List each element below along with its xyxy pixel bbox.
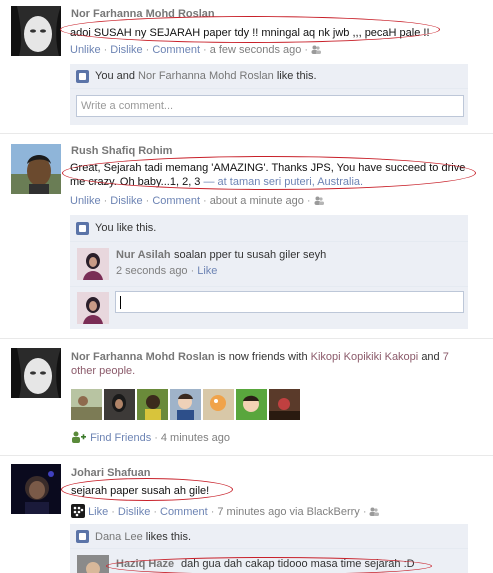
- post-actions: Unlike · Dislike · Comment · about a minute ag…: [70, 195, 324, 207]
- location-link[interactable]: — at taman seri puteri, Australia.: [204, 176, 364, 188]
- post-text-line: me crazy. Oh baby...1, 2, 3: [70, 176, 201, 188]
- friend-photo[interactable]: [203, 389, 234, 420]
- friend-photo[interactable]: [236, 389, 267, 420]
- likes-row: You and Nor Farhanna Mohd Roslan like th…: [70, 64, 468, 89]
- like-thumb-icon: [76, 70, 89, 83]
- friend-photo[interactable]: [269, 389, 300, 420]
- friendship-story: Nor Farhanna Mohd Roslan is now friends …: [71, 350, 471, 378]
- commenter-name[interactable]: Haziq Haze: [116, 558, 174, 570]
- comment-row: Nur Asilah soalan pper tu susah giler se…: [70, 242, 468, 287]
- likes-suffix: like this.: [276, 70, 317, 82]
- like-link[interactable]: Like: [88, 506, 108, 518]
- post-text-line: Great, Sejarah tadi memang 'AMAZING'. Th…: [70, 162, 466, 174]
- divider: [0, 133, 493, 134]
- my-avatar: [77, 292, 109, 324]
- comment-link[interactable]: Comment: [160, 506, 208, 518]
- friend-photo[interactable]: [170, 389, 201, 420]
- story-verb: is now friends with: [217, 351, 308, 363]
- post-author[interactable]: Johari Shafuan: [71, 467, 150, 479]
- others-count-link[interactable]: 7: [443, 351, 449, 363]
- post-text: sejarah paper susah ah gile!: [71, 485, 210, 497]
- find-friends-icon: [72, 431, 86, 443]
- comment-input[interactable]: [115, 291, 464, 313]
- friend-photo[interactable]: [71, 389, 102, 420]
- feedback-panel: You and Nor Farhanna Mohd Roslan like th…: [70, 64, 468, 125]
- post-time[interactable]: a few seconds ago: [210, 44, 302, 56]
- likes-prefix: You and: [95, 70, 135, 82]
- like-thumb-icon: [76, 530, 89, 543]
- unlike-link[interactable]: Unlike: [70, 44, 101, 56]
- find-friends-link[interactable]: Find Friends: [90, 432, 151, 444]
- feedback-panel: You like this. Nur Asilah soalan pper tu…: [70, 215, 468, 329]
- avatar[interactable]: [11, 144, 61, 194]
- likes-name-link[interactable]: Dana Lee: [95, 531, 143, 543]
- comment-input[interactable]: Write a comment...: [76, 95, 464, 117]
- comment-text: soalan pper tu susah giler seyh: [174, 249, 327, 261]
- unlike-link[interactable]: Unlike: [70, 195, 101, 207]
- comment-link[interactable]: Comment: [152, 195, 200, 207]
- dislike-link[interactable]: Dislike: [118, 506, 150, 518]
- post-time[interactable]: 4 minutes ago: [161, 432, 230, 444]
- likes-suffix: likes this.: [145, 531, 192, 543]
- avatar[interactable]: [11, 348, 61, 398]
- comment-placeholder: Write a comment...: [81, 100, 174, 112]
- friends-privacy-icon[interactable]: [311, 45, 322, 54]
- post-time[interactable]: about a minute ago: [210, 195, 304, 207]
- divider: [0, 455, 493, 456]
- commenter-name[interactable]: Nur Asilah: [116, 249, 171, 261]
- post-author[interactable]: Nor Farhanna Mohd Roslan: [71, 8, 215, 20]
- comment-time[interactable]: 2 seconds ago: [116, 265, 188, 277]
- comment-text: dah gua dah cakap tidooo masa time sejar…: [181, 558, 415, 570]
- story-and: and: [421, 351, 440, 363]
- friends-privacy-icon[interactable]: [369, 507, 380, 516]
- dislike-link[interactable]: Dislike: [110, 195, 142, 207]
- avatar[interactable]: [11, 6, 61, 56]
- friend-photo[interactable]: [104, 389, 135, 420]
- friends-privacy-icon[interactable]: [314, 196, 324, 205]
- commenter-avatar[interactable]: [77, 248, 109, 280]
- feedback-panel: Dana Lee likes this. Haziq Haze dah gua …: [70, 524, 468, 573]
- post-author[interactable]: Rush Shafiq Rohim: [71, 145, 172, 157]
- find-friends-row: Find Friends · 4 minutes ago: [71, 431, 230, 444]
- avatar[interactable]: [11, 464, 61, 514]
- comment-like-link[interactable]: Like: [197, 265, 217, 277]
- friend-photo[interactable]: [137, 389, 168, 420]
- post-actions: Like · Dislike · Comment · 7 minutes ago via B…: [71, 504, 380, 518]
- post-text: adoi SUSAH ny SEJARAH paper tdy !! mning…: [70, 27, 430, 39]
- friend-link[interactable]: Kikopi Kopikiki Kakopi: [311, 351, 419, 363]
- post-actions: Unlike · Dislike · Comment · a few seconds ago…: [70, 44, 322, 56]
- likes-row: Dana Lee likes this.: [70, 524, 468, 549]
- post-author[interactable]: Nor Farhanna Mohd Roslan: [71, 351, 215, 363]
- others-link[interactable]: other people.: [71, 365, 135, 377]
- blackberry-icon: [71, 504, 85, 518]
- comment-link[interactable]: Comment: [152, 44, 200, 56]
- likes-row: You like this.: [70, 215, 468, 242]
- likes-text: You like this.: [95, 222, 157, 234]
- comment-row: Haziq Haze dah gua dah cakap tidooo masa…: [70, 549, 468, 573]
- likes-name-link[interactable]: Nor Farhanna Mohd Roslan: [138, 70, 274, 82]
- commenter-avatar[interactable]: [77, 555, 109, 573]
- dislike-link[interactable]: Dislike: [110, 44, 142, 56]
- divider: [0, 338, 493, 339]
- post-time[interactable]: 7 minutes ago via BlackBerry: [217, 506, 359, 518]
- like-thumb-icon: [76, 222, 89, 235]
- text-cursor: [120, 296, 121, 309]
- post-text: Great, Sejarah tadi memang 'AMAZING'. Th…: [70, 161, 470, 189]
